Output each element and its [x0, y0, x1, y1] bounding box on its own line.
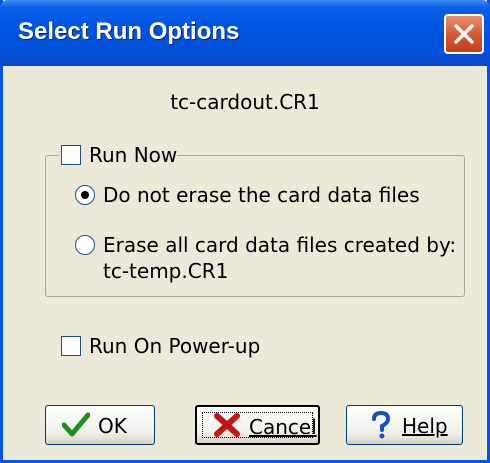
erase-all-source-file: tc-temp.CR1 [103, 259, 229, 283]
window-title: Select Run Options [18, 18, 240, 45]
erase-all-label[interactable]: Erase all card data files created by: [103, 233, 456, 257]
do-not-erase-label[interactable]: Do not erase the card data files [103, 183, 420, 207]
close-button[interactable] [444, 14, 484, 54]
do-not-erase-radio[interactable] [75, 185, 95, 205]
question-icon [372, 411, 391, 439]
dialog-window: Select Run Options tc-cardout.CR1 Run No… [0, 0, 490, 463]
cancel-label: Cancel [249, 415, 317, 439]
erase-all-radio[interactable] [75, 235, 95, 255]
run-now-checkbox[interactable] [61, 145, 81, 165]
help-label: Help [402, 414, 448, 438]
close-icon [454, 24, 474, 44]
x-icon [214, 413, 240, 437]
ok-label: OK [98, 414, 127, 438]
program-file-name: tc-cardout.CR1 [170, 90, 320, 114]
radio-selected-dot [81, 191, 89, 199]
cancel-button[interactable]: Cancel [195, 405, 320, 445]
run-on-powerup-label[interactable]: Run On Power-up [89, 334, 260, 358]
checkmark-icon [62, 412, 90, 437]
title-bar[interactable]: Select Run Options [0, 0, 490, 66]
run-now-label[interactable]: Run Now [89, 143, 177, 167]
help-button[interactable]: Help [346, 405, 463, 445]
ok-button[interactable]: OK [45, 405, 155, 445]
run-on-powerup-checkbox[interactable] [61, 336, 81, 356]
